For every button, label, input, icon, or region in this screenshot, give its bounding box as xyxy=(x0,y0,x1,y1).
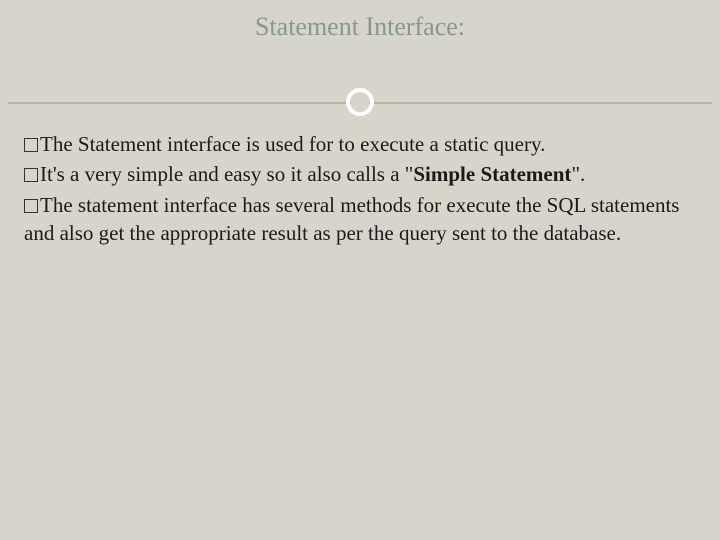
bullet-text: The Statement interface is used for to e… xyxy=(40,132,545,156)
bullet-text-after: ". xyxy=(571,162,585,186)
content-area: The Statement interface is used for to e… xyxy=(24,130,696,249)
square-bullet-icon xyxy=(24,138,38,152)
divider xyxy=(0,88,720,118)
bullet-text-before: It's a very simple and easy so it also c… xyxy=(40,162,413,186)
bullet-item: The Statement interface is used for to e… xyxy=(24,130,696,158)
slide-container: Statement Interface: The Statement inter… xyxy=(0,0,720,540)
bullet-item: It's a very simple and easy so it also c… xyxy=(24,160,696,188)
bullet-text: The statement interface has several meth… xyxy=(24,193,679,245)
bullet-text-bold: Simple Statement xyxy=(413,162,571,186)
divider-circle-icon xyxy=(346,88,374,116)
square-bullet-icon xyxy=(24,199,38,213)
square-bullet-icon xyxy=(24,168,38,182)
slide-title: Statement Interface: xyxy=(0,0,720,42)
bullet-item: The statement interface has several meth… xyxy=(24,191,696,248)
